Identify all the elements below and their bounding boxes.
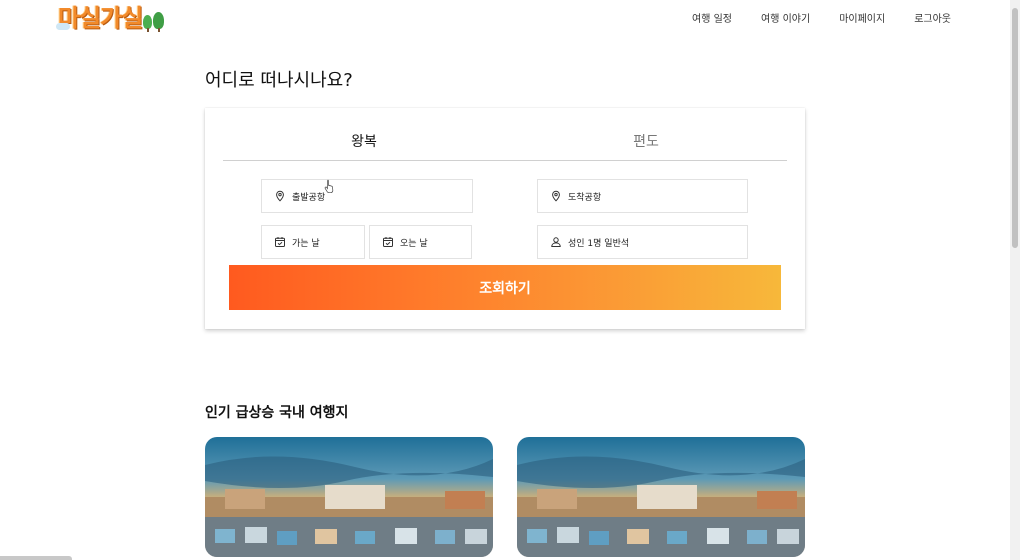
logo-text: 마실가실 bbox=[58, 4, 143, 32]
header: 마실가실 여행 일정 여행 이야기 마이페이지 로그아웃 bbox=[0, 0, 1010, 36]
return-date-label: 오는 날 bbox=[400, 238, 428, 249]
popular-destinations-title: 인기 급상승 국내 여행지 bbox=[205, 405, 349, 421]
hand-pointer-icon bbox=[324, 178, 336, 197]
page-title: 어디로 떠나시나요? bbox=[205, 70, 353, 91]
passenger-class-field[interactable]: 성인 1명 일반석 bbox=[537, 225, 748, 259]
departure-airport-field[interactable]: 출발공항 bbox=[261, 179, 473, 213]
destination-photo bbox=[205, 437, 493, 557]
nav-logout[interactable]: 로그아웃 bbox=[914, 10, 951, 25]
tree-icon bbox=[143, 12, 165, 29]
departure-airport-label: 출발공항 bbox=[292, 192, 326, 203]
destination-card[interactable] bbox=[517, 437, 805, 557]
flight-search-card: 왕복 편도 출발공항 도착공항 가는 날 오는 날 성인 1명 일반석 조회하기 bbox=[205, 108, 805, 329]
tab-round-trip[interactable]: 왕복 bbox=[223, 124, 505, 160]
logo[interactable]: 마실가실 bbox=[56, 2, 165, 32]
arrival-airport-label: 도착공항 bbox=[568, 192, 602, 203]
tab-one-way[interactable]: 편도 bbox=[505, 124, 787, 160]
location-pin-icon bbox=[550, 190, 562, 202]
main-nav: 여행 일정 여행 이야기 마이페이지 로그아웃 bbox=[692, 10, 951, 25]
location-pin-icon bbox=[274, 190, 286, 202]
return-date-field[interactable]: 오는 날 bbox=[369, 225, 472, 259]
user-icon bbox=[550, 236, 562, 248]
search-button[interactable]: 조회하기 bbox=[229, 265, 781, 310]
nav-my-page[interactable]: 마이페이지 bbox=[839, 10, 885, 25]
vertical-scrollbar[interactable] bbox=[1010, 0, 1020, 560]
destination-card[interactable] bbox=[205, 437, 493, 557]
departure-date-label: 가는 날 bbox=[292, 238, 320, 249]
nav-trip-schedule[interactable]: 여행 일정 bbox=[692, 10, 732, 25]
nav-trip-stories[interactable]: 여행 이야기 bbox=[761, 10, 810, 25]
arrival-airport-field[interactable]: 도착공항 bbox=[537, 179, 748, 213]
calendar-check-icon bbox=[382, 236, 394, 248]
trip-type-tabs: 왕복 편도 bbox=[223, 124, 787, 161]
status-bar-edge bbox=[0, 556, 72, 560]
scrollbar-thumb[interactable] bbox=[1012, 8, 1018, 248]
passenger-class-label: 성인 1명 일반석 bbox=[568, 238, 630, 249]
destination-photo bbox=[517, 437, 805, 557]
departure-date-field[interactable]: 가는 날 bbox=[261, 225, 365, 259]
calendar-check-icon bbox=[274, 236, 286, 248]
cloud-icon bbox=[56, 23, 70, 30]
